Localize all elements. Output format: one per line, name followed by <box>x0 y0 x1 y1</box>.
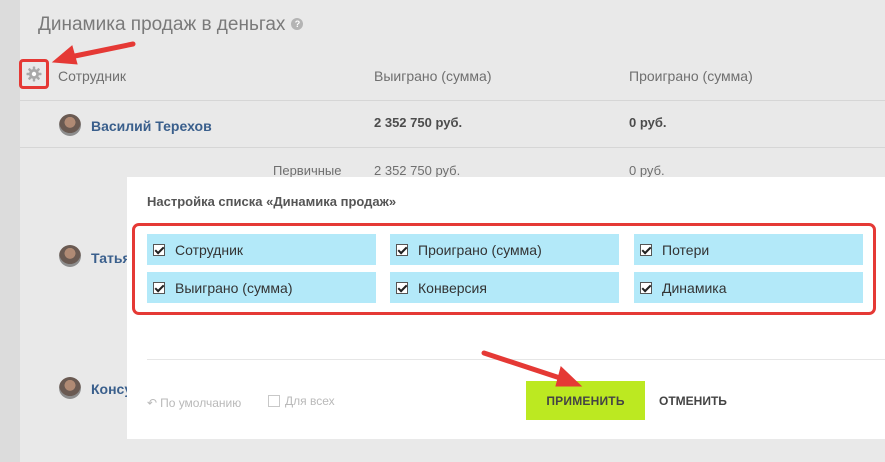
for-all-checkbox-row[interactable]: Для всех <box>268 394 335 408</box>
list-settings-modal: Настройка списка «Динамика продаж» Сотру… <box>127 177 885 439</box>
option-checkbox[interactable] <box>396 243 408 256</box>
reset-to-default-link[interactable]: ↶ По умолчанию <box>147 396 241 410</box>
help-icon[interactable]: ? <box>291 18 304 30</box>
option-conversion[interactable]: Конверсия <box>390 272 619 303</box>
option-checkbox[interactable] <box>640 281 652 294</box>
avatar <box>59 245 81 267</box>
avatar <box>59 114 81 136</box>
sub-row-won-cell: 2 352 750 руб. <box>374 163 461 178</box>
for-all-label: Для всех <box>285 394 335 408</box>
modal-divider <box>147 359 885 360</box>
option-lost-sum[interactable]: Проиграно (сумма) <box>390 234 619 265</box>
option-label: Выиграно (сумма) <box>175 279 293 296</box>
won-total-cell: 2 352 750 руб. <box>374 115 463 130</box>
header-divider <box>20 100 885 101</box>
employee-name-link[interactable]: Татья <box>91 250 131 266</box>
cancel-button[interactable]: ОТМЕНИТЬ <box>655 381 731 420</box>
sub-row-lost-cell: 0 руб. <box>629 163 665 178</box>
option-employee[interactable]: Сотрудник <box>147 234 376 265</box>
page-title: Динамика продаж в деньгах? <box>38 14 304 36</box>
option-label: Потери <box>662 241 710 258</box>
left-sidebar-strip <box>0 0 20 462</box>
modal-title: Настройка списка «Динамика продаж» <box>147 194 397 209</box>
gear-icon <box>26 66 42 82</box>
option-checkbox[interactable] <box>153 243 165 256</box>
column-header-employee[interactable]: Сотрудник <box>58 68 126 84</box>
option-label: Динамика <box>662 279 727 296</box>
for-all-checkbox[interactable] <box>268 395 280 407</box>
apply-button[interactable]: ПРИМЕНИТЬ <box>526 381 645 420</box>
option-checkbox[interactable] <box>153 281 165 294</box>
row-divider <box>20 147 885 148</box>
option-label: Проиграно (сумма) <box>418 241 542 258</box>
undo-icon: ↶ <box>147 396 158 410</box>
lost-total-cell: 0 руб. <box>629 115 667 130</box>
option-checkbox[interactable] <box>396 281 408 294</box>
employee-name-link[interactable]: Василий Терехов <box>91 118 212 134</box>
page-title-text: Динамика продаж в деньгах <box>38 14 286 35</box>
employee-name-link[interactable]: Консу <box>91 381 132 397</box>
avatar <box>59 377 81 399</box>
option-label: Конверсия <box>418 279 487 296</box>
reset-to-default-label: По умолчанию <box>160 396 242 410</box>
column-header-lost[interactable]: Проиграно (сумма) <box>629 68 753 84</box>
column-header-won[interactable]: Выиграно (сумма) <box>374 68 492 84</box>
option-label: Сотрудник <box>175 241 244 258</box>
table-settings-gear-button[interactable] <box>19 59 49 89</box>
option-won-sum[interactable]: Выиграно (сумма) <box>147 272 376 303</box>
sub-row-label: Первичные <box>273 163 342 178</box>
option-checkbox[interactable] <box>640 243 652 256</box>
option-losses[interactable]: Потери <box>634 234 863 265</box>
option-dynamics[interactable]: Динамика <box>634 272 863 303</box>
